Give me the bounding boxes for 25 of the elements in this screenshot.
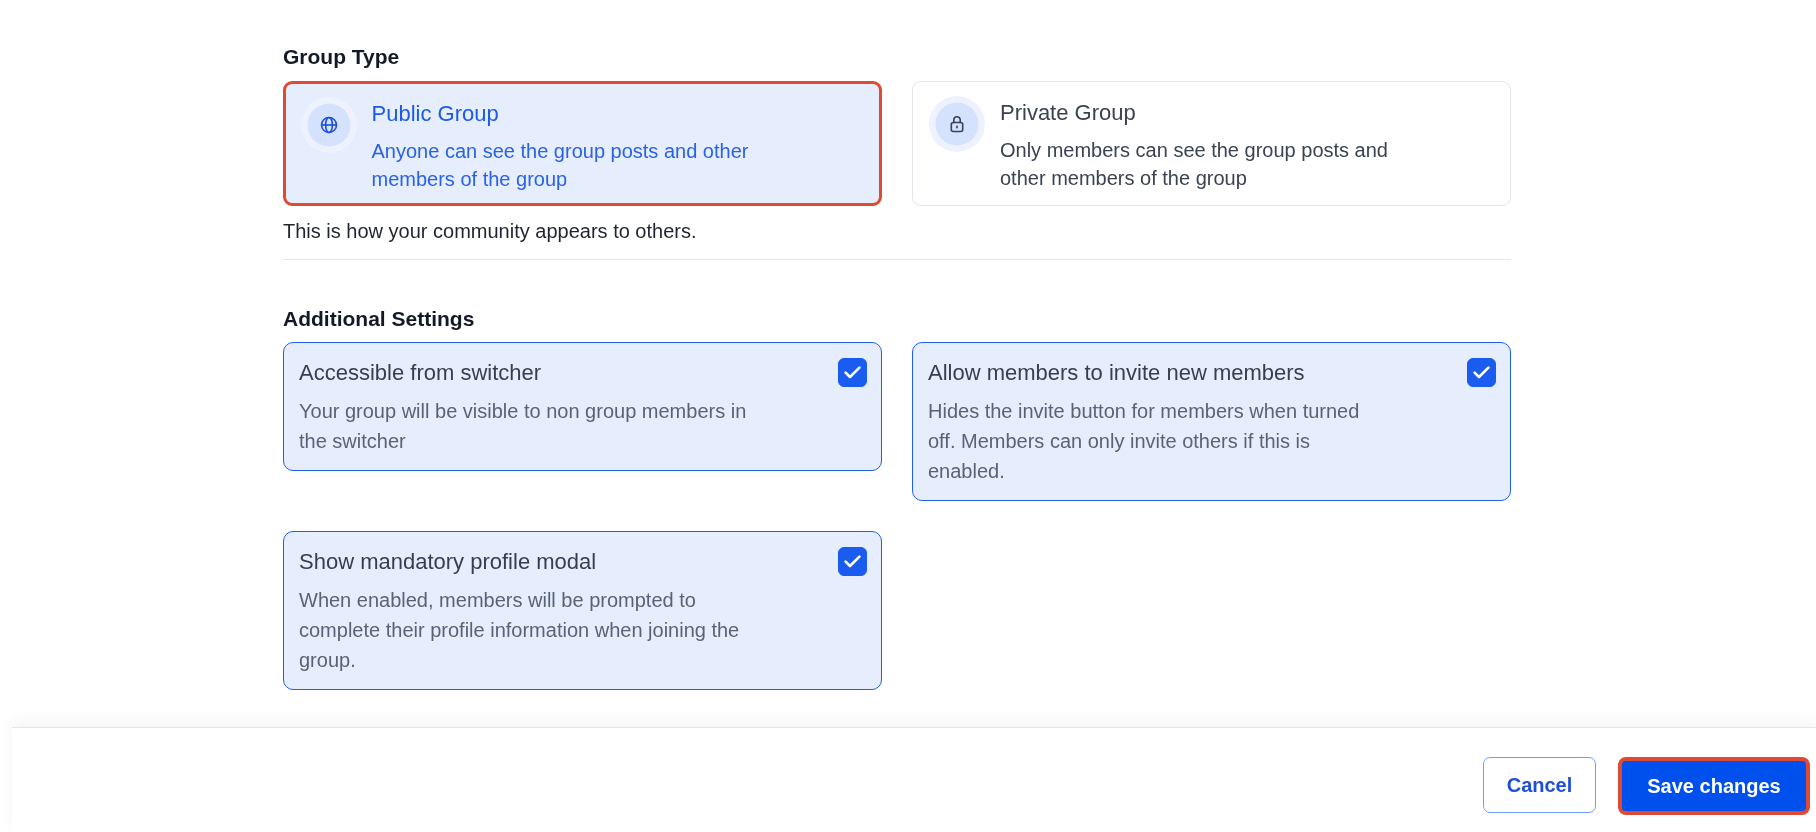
checkbox[interactable] [838,358,867,387]
setting-description: Your group will be visible to non group members in the switcher [299,399,748,454]
option-title: Public Group [371,99,500,128]
option-title: Private Group [1000,99,1137,127]
option-description: Only members can see the group posts and other members of the group [1000,138,1389,191]
setting-description: Hides the invite button for members when turned off. Members can only invite others if this is enabled. [928,399,1361,484]
lock-icon [929,96,985,152]
cancel-button[interactable]: Cancel [1483,757,1596,813]
checkmark-icon [844,555,861,568]
setting-title: Allow members to invite new members [928,359,1306,387]
checkmark-icon [1473,366,1490,379]
helper-text: This is how your community appears to others. [283,219,698,244]
globe-icon [300,96,357,153]
option-description: Anyone can see the group posts and other members of the group [371,138,750,192]
save-button[interactable]: Save changes [1618,757,1810,815]
checkbox[interactable] [838,547,867,576]
setting-title: Show mandatory profile modal [299,548,598,576]
setting-title: Accessible from switcher [299,359,543,387]
checkbox[interactable] [1467,358,1496,387]
section-heading: Group Type [283,44,401,70]
group-type-option[interactable]: Public Group Anyone can see the group posts and other members of the group [283,81,882,206]
checkmark-icon [844,366,861,379]
group-type-option[interactable]: Private Group Only members can see the group posts and other members of the group [912,81,1511,206]
section-heading: Additional Settings [283,306,476,332]
setting-description: When enabled, members will be prompted to complete their profile information when joining the group. [299,588,741,673]
